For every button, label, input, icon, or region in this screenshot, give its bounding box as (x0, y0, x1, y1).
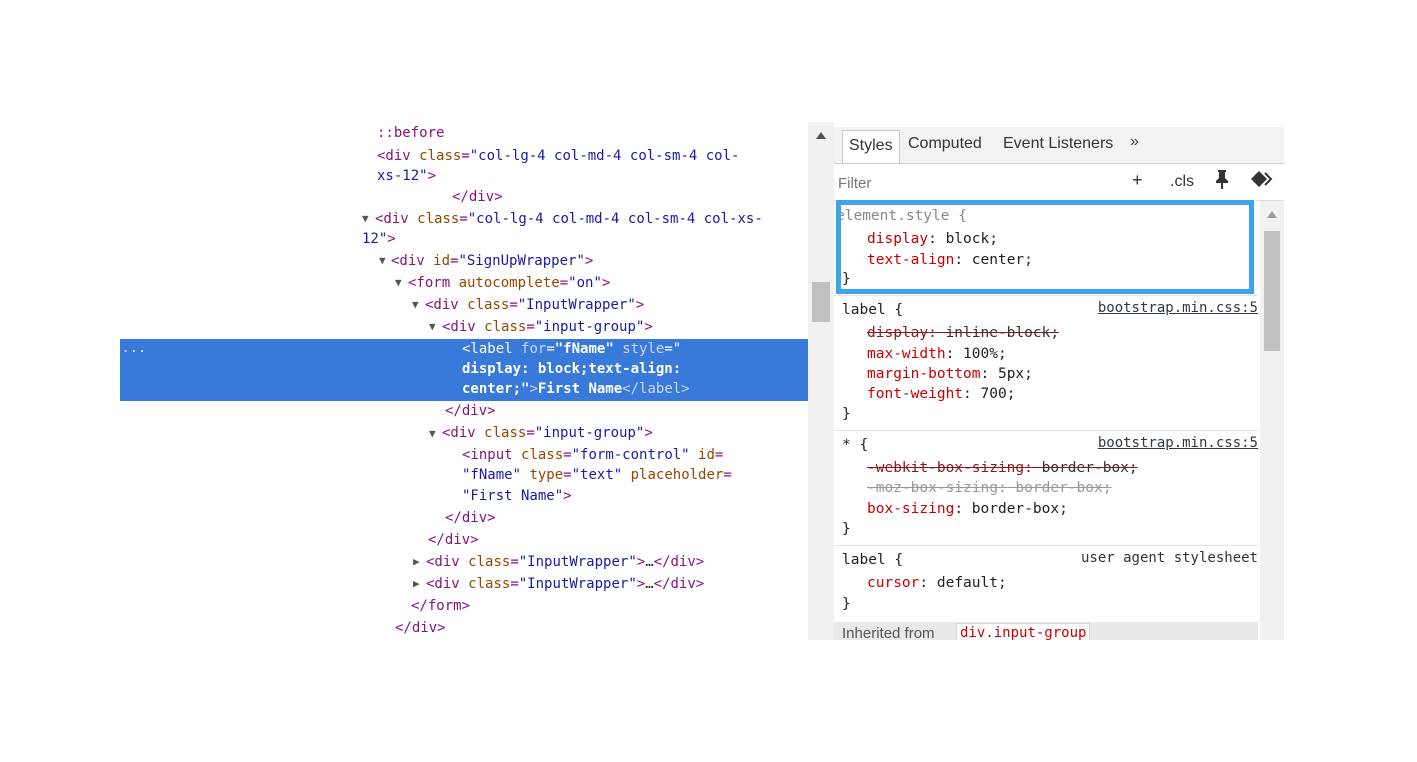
node-menu-ellipsis[interactable]: ... (122, 341, 147, 355)
sidebar-tabs: Styles Computed Event Listeners » (834, 127, 1284, 164)
callout-highlight-box (836, 200, 1254, 294)
overridden-declaration[interactable]: display: inline-block; (867, 323, 1059, 344)
collapsed-triangle-icon[interactable]: ▶ (413, 555, 420, 568)
scroll-up-arrow-icon[interactable] (1267, 211, 1277, 218)
tree-line[interactable]: <div class="InputWrapper"> (425, 295, 644, 315)
tree-line[interactable]: "First Name"> (462, 486, 572, 506)
elements-tree-panel[interactable]: ... ::before <div class="col-lg-4 col-md… (120, 122, 808, 640)
inherited-label: Inherited from (842, 625, 935, 640)
rule-selector: label { (842, 302, 904, 318)
expand-triangle-icon[interactable]: ▼ (429, 427, 436, 440)
inherited-element-link[interactable]: div.input-group (956, 623, 1091, 640)
tree-line[interactable]: <div class="col-lg-4 col-md-4 col-sm-4 c… (377, 146, 739, 166)
tree-line[interactable]: "fName" type="text" placeholder= (462, 465, 732, 485)
inherited-from-header: Inherited from div.input-group (834, 622, 1258, 640)
style-declaration[interactable]: max-width: 100%; (867, 344, 1007, 365)
tab-computed[interactable]: Computed (908, 135, 982, 153)
tree-line[interactable]: </div> (445, 508, 496, 528)
label-rule-bootstrap[interactable]: label { bootstrap.min.css:5 display: inl… (834, 296, 1258, 431)
tab-event-listeners[interactable]: Event Listeners (1003, 135, 1113, 153)
expand-triangle-icon[interactable]: ▼ (362, 212, 369, 225)
tree-line[interactable]: <div class="InputWrapper">…</div> (426, 574, 704, 594)
selected-tree-line[interactable]: center;">First Name</label> (462, 379, 690, 399)
tree-line[interactable]: <div class="input-group"> (442, 317, 653, 337)
tree-line[interactable]: </div> (428, 530, 479, 550)
elements-scrollbar[interactable] (808, 122, 834, 640)
tree-line[interactable]: <div class="input-group"> (442, 423, 653, 443)
style-declaration[interactable]: font-weight: 700; (867, 384, 1015, 405)
tree-line[interactable]: <div id="SignUpWrapper"> (391, 251, 593, 271)
tree-line[interactable]: <input class="form-control" id= (462, 445, 723, 465)
style-declaration[interactable]: margin-bottom: 5px; (867, 364, 1033, 385)
universal-rule-bootstrap[interactable]: * { bootstrap.min.css:5 -webkit-box-sizi… (834, 431, 1258, 546)
styles-filter-input[interactable] (836, 174, 1090, 193)
tree-line[interactable]: 12"> (362, 229, 396, 249)
expand-triangle-icon[interactable]: ▼ (395, 276, 402, 289)
tree-line[interactable]: </div> (452, 187, 503, 207)
tree-line[interactable]: <div class="InputWrapper">…</div> (426, 552, 704, 572)
scrollbar-thumb[interactable] (812, 282, 830, 322)
styles-scrollbar[interactable] (1260, 201, 1284, 640)
tree-line[interactable]: <form autocomplete="on"> (408, 273, 610, 293)
pin-icon[interactable] (1214, 169, 1230, 194)
rule-close-brace: } (842, 406, 851, 422)
tree-line[interactable]: </div> (395, 618, 446, 638)
style-declaration[interactable]: cursor: default; (867, 573, 1007, 594)
tree-line[interactable]: </div> (445, 401, 496, 421)
scroll-up-arrow-icon[interactable] (816, 132, 826, 139)
tree-line[interactable]: <div class="col-lg-4 col-md-4 col-sm-4 c… (375, 209, 763, 229)
expand-triangle-icon[interactable]: ▼ (379, 254, 386, 267)
expand-triangle-icon[interactable]: ▼ (429, 320, 436, 333)
rule-source-link[interactable]: bootstrap.min.css:5 (1098, 300, 1258, 316)
tree-line[interactable]: xs-12"> (377, 166, 436, 186)
rule-source-link[interactable]: bootstrap.min.css:5 (1098, 435, 1258, 451)
rule-selector: * { (842, 437, 869, 453)
add-rule-button[interactable]: + (1132, 170, 1143, 191)
filter-bar: + .cls (834, 164, 1284, 201)
selected-tree-line[interactable]: <label for="fName" style=" (462, 339, 681, 359)
tab-styles[interactable]: Styles (842, 130, 900, 163)
scrollbar-thumb[interactable] (1264, 231, 1280, 351)
label-rule-user-agent[interactable]: label { user agent stylesheet cursor: de… (834, 546, 1258, 616)
selected-tree-line[interactable]: display: block;text-align: (462, 359, 681, 379)
style-declaration[interactable]: box-sizing: border-box; (867, 499, 1068, 520)
rule-close-brace: } (842, 521, 851, 537)
color-format-toggle-icon[interactable] (1250, 170, 1274, 193)
overridden-declaration[interactable]: -moz-box-sizing: border-box; (867, 478, 1111, 499)
more-tabs-chevron-icon[interactable]: » (1130, 133, 1139, 151)
expand-triangle-icon[interactable]: ▼ (412, 298, 419, 311)
rule-source-label: user agent stylesheet (1080, 550, 1258, 566)
rule-selector: label { (842, 552, 904, 568)
overridden-declaration[interactable]: -webkit-box-sizing: border-box; (867, 458, 1138, 479)
tree-line[interactable]: </form> (411, 596, 470, 616)
tree-line-before[interactable]: ::before (377, 123, 444, 143)
collapsed-triangle-icon[interactable]: ▶ (413, 577, 420, 590)
toggle-cls-button[interactable]: .cls (1170, 173, 1194, 191)
rule-close-brace: } (842, 596, 851, 612)
